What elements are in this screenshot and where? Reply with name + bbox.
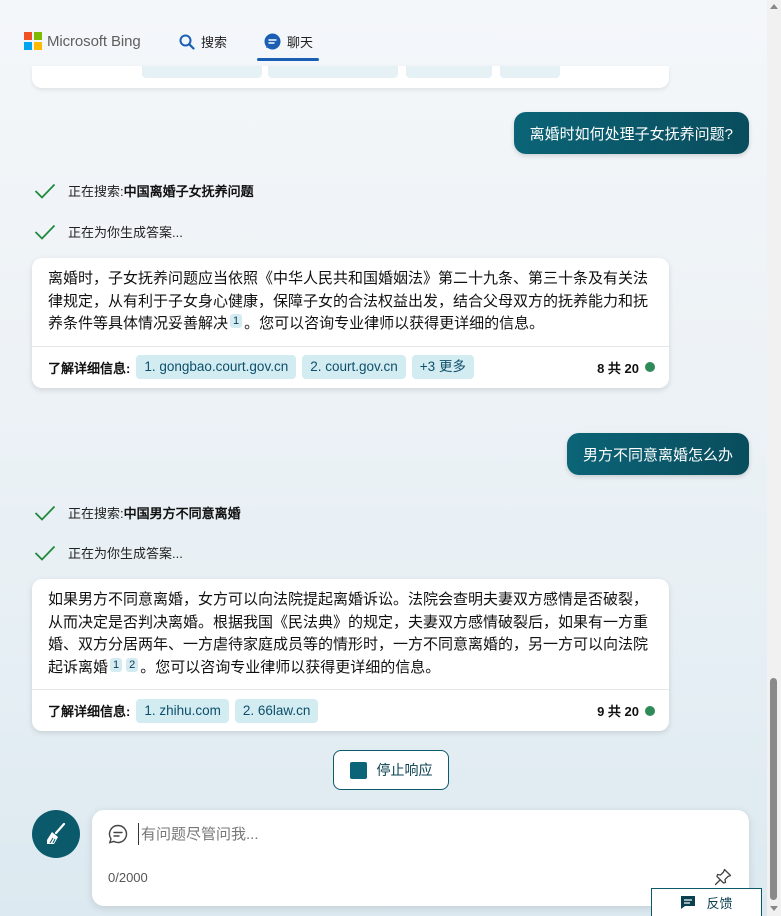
user-message: 离婚时如何处理子女抚养问题? — [513, 112, 749, 154]
learn-more-label: 了解详细信息: — [48, 360, 131, 376]
source-link[interactable]: 2. court.gov.cn — [302, 355, 406, 379]
search-status: 正在搜索: 中国男方不同意离婚 — [34, 503, 241, 522]
status-dot-icon — [645, 705, 655, 716]
status-dot-icon — [645, 362, 655, 372]
tab-search-label: 搜索 — [201, 35, 228, 50]
bing-brand[interactable]: Microsoft Bing — [24, 32, 141, 50]
checkmark-icon — [34, 224, 56, 240]
checkmark-icon — [34, 545, 56, 561]
chat-bubble-icon — [108, 824, 128, 844]
search-icon — [179, 34, 195, 50]
turn-counter: 8 共 20 — [597, 358, 655, 377]
stop-button-label: 停止响应 — [376, 762, 433, 778]
source-link[interactable]: 2. 66law.cn — [234, 698, 319, 723]
generating-status: 正在为你生成答案... — [34, 222, 183, 241]
active-tab-indicator — [257, 58, 319, 61]
answer-text: 如果男方不同意离婚，女方可以向法院提起离婚诉讼。法院会查明夫妻双方感情是否破裂，… — [48, 591, 649, 676]
broom-icon — [47, 822, 66, 844]
brand-name: Microsoft Bing — [47, 32, 141, 50]
more-sources-button[interactable]: +3 更多 — [411, 355, 474, 379]
feedback-label: 反馈 — [706, 896, 733, 911]
search-query: 中国离婚子女抚养问题 — [123, 184, 254, 199]
learn-more-label: 了解详细信息: — [48, 704, 131, 719]
answer-card: 如果男方不同意离婚，女方可以向法院提起离婚诉讼。法院会查明夫妻双方感情是否破裂，… — [32, 579, 669, 731]
feedback-icon — [681, 896, 696, 909]
citation-link[interactable]: 1 — [110, 657, 123, 672]
vertical-scrollbar[interactable] — [767, 0, 781, 916]
answer-card: 离婚时，子女抚养问题应当依照《中华人民共和国婚姻法》第二十九条、第三十条及有关法… — [32, 258, 669, 388]
source-link[interactable]: 1. gongbao.court.gov.cn — [136, 355, 297, 379]
learn-more-footer: 了解详细信息: 1. gongbao.court.gov.cn 2. court… — [32, 345, 669, 388]
pin-icon[interactable] — [714, 868, 732, 886]
answer-text: 离婚时，子女抚养问题应当依照《中华人民共和国婚姻法》第二十九条、第三十条及有关法… — [48, 270, 649, 332]
turn-counter: 9 共 20 — [597, 701, 655, 720]
search-status: 正在搜索: 中国离婚子女抚养问题 — [34, 181, 254, 200]
char-counter: 0/2000 — [108, 870, 148, 885]
feedback-button[interactable]: 反馈 — [651, 888, 762, 916]
tab-search[interactable]: 搜索 — [179, 32, 227, 51]
checkmark-icon — [34, 183, 56, 199]
chat-icon — [264, 33, 281, 50]
checkmark-icon — [34, 505, 56, 521]
search-query: 中国男方不同意离婚 — [123, 506, 241, 521]
learn-more-footer: 了解详细信息: 1. zhihu.com 2. 66law.cn 9 共 20 — [32, 689, 669, 731]
citation-link[interactable]: 1 — [230, 314, 243, 328]
stop-responding-button[interactable]: 停止响应 — [333, 750, 449, 790]
new-topic-button[interactable] — [32, 810, 80, 858]
top-header: Microsoft Bing 搜索 聊天 — [0, 0, 767, 62]
scroll-up-arrow-icon[interactable] — [770, 4, 778, 9]
scroll-down-arrow-icon[interactable] — [770, 906, 778, 911]
chat-input[interactable] — [138, 823, 698, 845]
previous-answer-card — [32, 66, 669, 88]
citation-link[interactable]: 2 — [126, 657, 139, 672]
stop-icon — [349, 761, 367, 779]
source-link[interactable]: 1. zhihu.com — [136, 698, 229, 723]
microsoft-logo-icon — [24, 32, 42, 50]
generating-status: 正在为你生成答案... — [34, 543, 183, 562]
scroll-thumb[interactable] — [770, 678, 777, 900]
tab-chat-label: 聊天 — [287, 35, 314, 50]
user-message: 男方不同意离婚怎么办 — [566, 433, 749, 475]
tab-chat[interactable]: 聊天 — [264, 32, 313, 51]
